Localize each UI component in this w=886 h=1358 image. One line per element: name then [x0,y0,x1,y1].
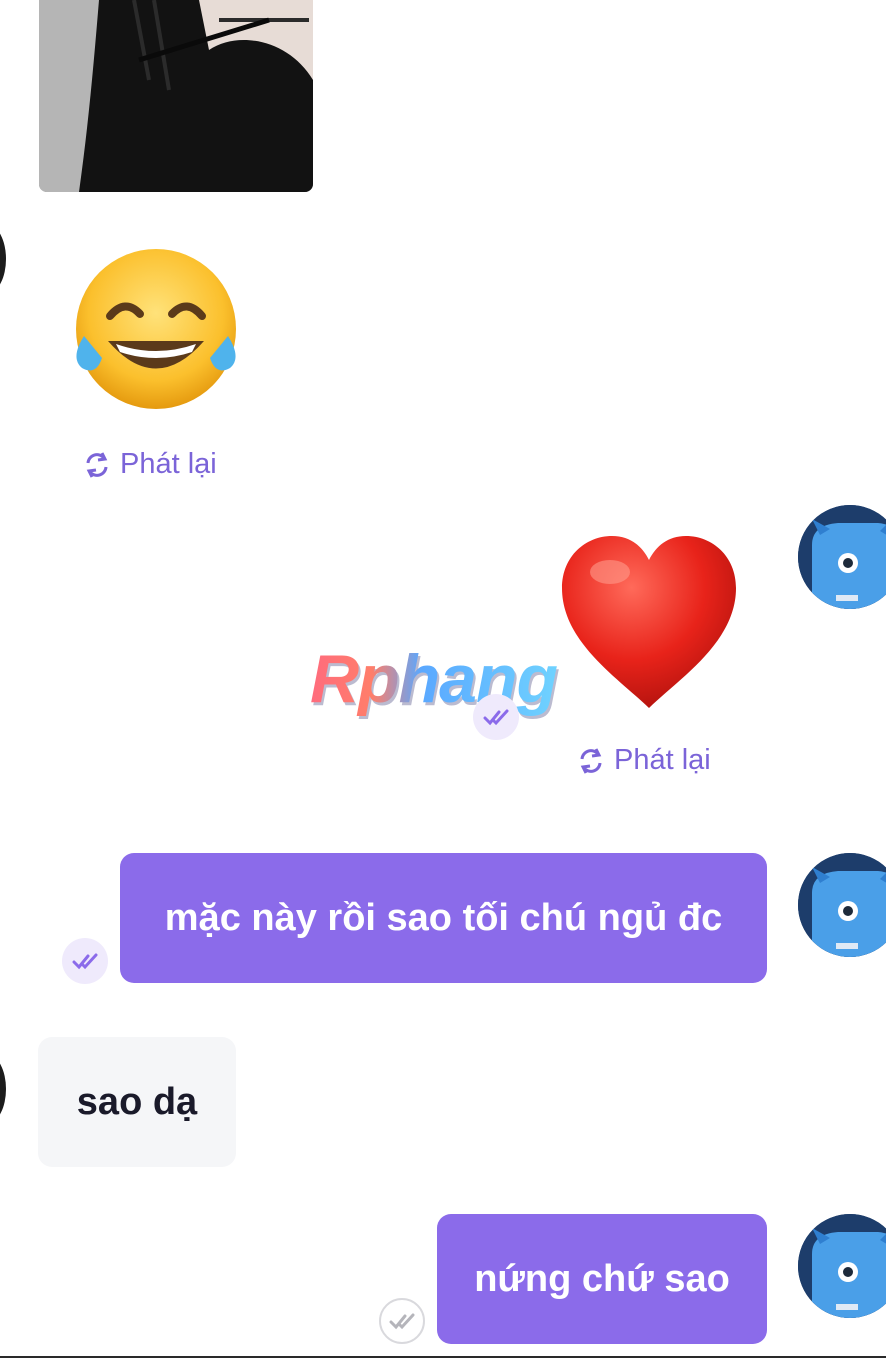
my-message-bubble[interactable]: mặc này rồi sao tối chú ngủ đc [120,853,767,983]
my-avatar[interactable] [798,853,886,957]
replay-label: Phát lại [120,448,217,480]
read-status-icon [473,694,519,740]
heart-emoji-icon [562,536,736,708]
peer-avatar[interactable] [0,1055,6,1123]
message-text: nứng chứ sao [474,1257,730,1300]
watermark-logo: Rphang [310,641,558,717]
replay-button[interactable]: Phát lại [82,448,217,481]
peer-message-bubble[interactable]: sao dạ [38,1037,236,1167]
message-text: mặc này rồi sao tối chú ngủ đc [164,896,723,939]
monster-avatar [798,505,886,609]
monster-avatar [798,853,886,957]
peer-avatar[interactable] [0,225,6,293]
laughing-emoji-icon [76,249,236,409]
heart-sticker[interactable] [558,532,740,714]
photo-image [39,0,313,192]
my-avatar[interactable] [798,505,886,609]
replay-label: Phát lại [614,744,711,776]
my-message-bubble[interactable]: nứng chứ sao [437,1214,767,1344]
laugh-sticker[interactable] [70,246,242,412]
replay-icon [86,451,108,478]
monster-avatar [798,1214,886,1318]
read-status-icon [62,938,108,984]
sent-status-icon [379,1298,425,1344]
double-check-icon [483,709,509,726]
double-check-icon [72,953,98,970]
replay-button-2[interactable]: Phát lại [576,744,711,777]
double-check-icon [389,1313,415,1330]
message-text: sao dạ [76,1080,198,1123]
photo-message[interactable] [39,0,313,192]
my-avatar[interactable] [798,1214,886,1318]
replay-icon [580,747,602,774]
